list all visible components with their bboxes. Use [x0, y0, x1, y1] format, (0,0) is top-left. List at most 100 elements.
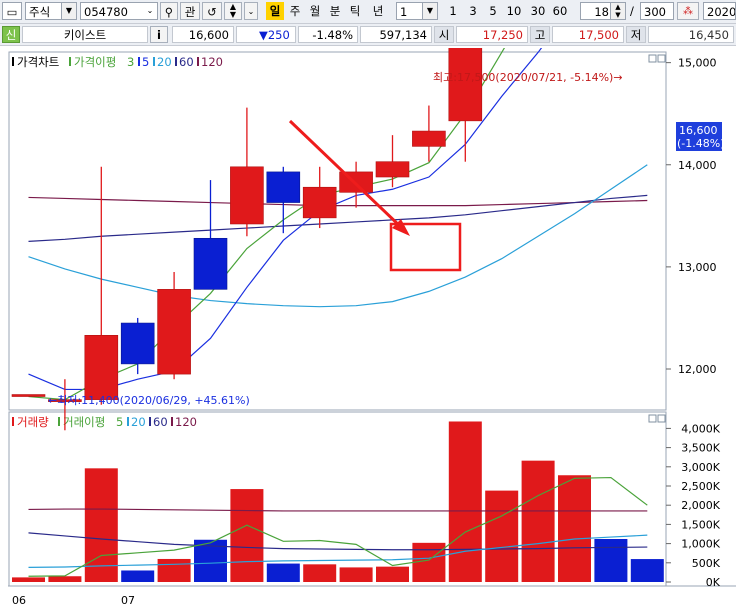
price-tick-label: 12,000: [678, 363, 717, 376]
settings-button[interactable]: ⁂: [677, 2, 699, 20]
market-type-value: 주식: [29, 5, 51, 19]
gwan-button[interactable]: 관: [180, 2, 200, 20]
stock-name: 키이스트: [22, 26, 148, 43]
updown-button[interactable]: ▲ ▼: [224, 2, 242, 20]
volume-tick-label: 4,000K: [681, 422, 720, 435]
volume-bar: [339, 567, 373, 582]
candle-body: [266, 171, 301, 203]
price-ma-5: 5: [142, 55, 149, 69]
price-ma-120: 120: [201, 55, 223, 69]
market-select[interactable]: ▭: [2, 2, 22, 20]
period-month[interactable]: 월: [306, 2, 324, 20]
volume-bar: [84, 468, 118, 582]
total-count-value: 300: [644, 5, 666, 19]
credit-badge: 신: [2, 26, 20, 43]
search-button[interactable]: ⚲: [160, 2, 178, 20]
volume-bar: [121, 570, 155, 582]
chevron-down-icon: ▼: [422, 3, 437, 19]
date-input[interactable]: 2020/: [703, 2, 736, 20]
volume-tick-label: 3,000K: [681, 461, 720, 474]
price-tag-change: (-1.48%): [677, 137, 725, 150]
legend-marker: [127, 417, 129, 426]
stock-code-input[interactable]: 054780 ⌄: [80, 2, 158, 20]
candle-body: [84, 335, 119, 400]
open-label: 시: [434, 26, 454, 43]
price-chart-title: 가격차트: [17, 55, 59, 69]
legend-marker: [12, 57, 14, 66]
candle-body: [448, 0, 483, 122]
volume-tick-label: 2,500K: [681, 480, 720, 493]
interval-10[interactable]: 10: [504, 2, 524, 20]
chart-settings-icon: ⁂: [683, 6, 693, 17]
price-tag-value: 16,600: [679, 124, 718, 137]
change-percent: -1.48%: [298, 26, 358, 43]
chart-area[interactable]: 가격차트 가격이평 3 5 20 60 120 거래량 거래이평 5 20 60…: [8, 0, 736, 609]
interval-60[interactable]: 60: [550, 2, 570, 20]
stock-code-value: 054780: [84, 5, 128, 19]
interval-30[interactable]: 30: [528, 2, 548, 20]
refresh-button[interactable]: ↺: [202, 2, 222, 20]
interval-value: 1: [400, 5, 408, 19]
volume-bar: [266, 563, 300, 582]
volume-bar: [157, 558, 191, 582]
candle-body: [120, 322, 155, 365]
candle-body: [302, 186, 337, 219]
volume-tick-label: 3,500K: [681, 442, 720, 455]
close-icon[interactable]: [657, 414, 666, 423]
volume-tick-label: 1,000K: [681, 538, 720, 551]
price-tick-label: 13,000: [678, 261, 717, 274]
close-icon[interactable]: [657, 54, 666, 63]
minimize-icon[interactable]: [648, 414, 657, 423]
market-type-select[interactable]: 주식 ▼: [25, 2, 77, 20]
volume-bar: [558, 475, 591, 582]
volume-tick-label: 2,000K: [681, 499, 720, 512]
chevron-down-icon: ⌄: [247, 7, 255, 16]
period-week[interactable]: 주: [286, 2, 304, 20]
volume-bar: [376, 566, 409, 582]
period-tick[interactable]: 틱: [346, 2, 364, 20]
stock-chart-svg[interactable]: 가격차트 가격이평 3 5 20 60 120 거래량 거래이평 5 20 60…: [8, 0, 736, 609]
interval-select[interactable]: 1 ▼: [396, 2, 438, 20]
price-ma-60: 60: [179, 55, 194, 69]
total-count-input[interactable]: 300: [640, 2, 674, 20]
count-separator: /: [630, 4, 634, 18]
price-ma-3: 3: [127, 55, 134, 69]
stepper-button[interactable]: ⌄: [244, 2, 258, 20]
candle-body: [157, 289, 191, 375]
high-price: 17,500: [552, 26, 624, 43]
current-price-tag: 16,600 (-1.48%): [676, 122, 725, 151]
search-icon: ⚲: [164, 5, 174, 19]
volume-bar: [521, 460, 555, 582]
volume-ma-label: 거래이평: [63, 415, 105, 429]
candle-body: [11, 394, 46, 397]
candle-body: [230, 166, 264, 225]
chevron-down-icon: ⌄: [143, 3, 157, 19]
volume-bar: [230, 489, 264, 582]
volume-tick-label: 500K: [692, 557, 721, 570]
legend-marker: [149, 417, 151, 426]
legend-marker: [171, 417, 173, 426]
legend-marker: [197, 57, 199, 66]
legend-marker: [69, 57, 71, 66]
display-count-input[interactable]: 18 ▲ ▼: [580, 2, 626, 20]
low-price: 16,450: [648, 26, 734, 43]
period-day[interactable]: 일: [266, 2, 284, 20]
volume-bar: [630, 559, 664, 582]
legend-marker: [153, 57, 155, 66]
period-minute[interactable]: 분: [326, 2, 344, 20]
interval-5[interactable]: 5: [486, 2, 500, 20]
minimize-icon[interactable]: [648, 54, 657, 63]
interval-1[interactable]: 1: [446, 2, 460, 20]
refresh-icon: ↺: [207, 5, 217, 19]
stock-info-bar: 신 키이스트 ⋮ i 16,600 ▼250 -1.48% 597,134 시 …: [0, 24, 736, 46]
date-value: 2020/: [707, 5, 736, 19]
volume-bar: [485, 490, 519, 582]
price-ma-label: 가격이평: [74, 55, 116, 69]
period-year[interactable]: 년: [368, 2, 388, 20]
volume-bar: [12, 577, 45, 582]
volume-ma-120: 120: [175, 415, 197, 429]
info-button[interactable]: i: [150, 26, 168, 43]
interval-3[interactable]: 3: [466, 2, 480, 20]
legend-marker: [138, 57, 140, 66]
price-change: ▼250: [236, 26, 296, 43]
